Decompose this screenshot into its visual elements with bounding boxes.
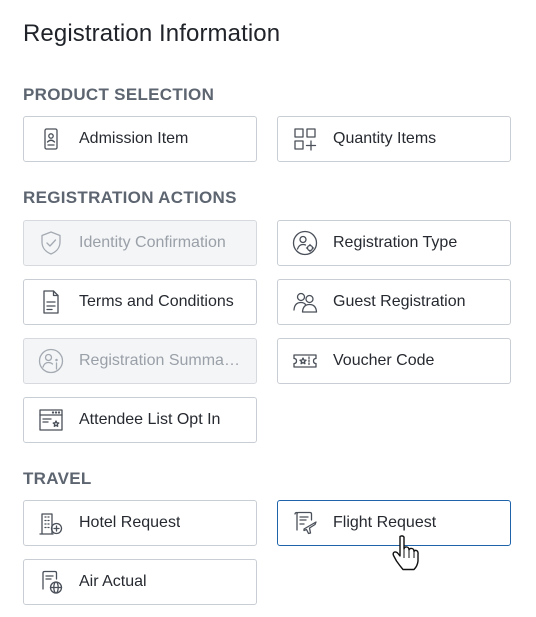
person-gear-icon (291, 229, 319, 257)
guest-registration-tile[interactable]: Guest Registration (277, 279, 511, 325)
hand-pointer-cursor-icon (392, 535, 419, 571)
two-people-icon (291, 288, 319, 316)
shield-check-icon (37, 229, 65, 257)
section-label-product-selection: PRODUCT SELECTION (23, 85, 215, 104)
grid-plus-icon (291, 125, 319, 153)
terms-and-conditions-tile[interactable]: Terms and Conditions (23, 279, 257, 325)
voucher-code-label: Voucher Code (333, 352, 435, 369)
section-label-travel: TRAVEL (23, 469, 92, 488)
hotel-request-label: Hotel Request (79, 514, 181, 531)
air-actual-tile[interactable]: Air Actual (23, 559, 257, 605)
document-globe-icon (37, 568, 65, 596)
flight-request-label: Flight Request (333, 514, 437, 531)
registration-summary-label: Registration Summa… (79, 352, 240, 369)
quantity-items-tile[interactable]: Quantity Items (277, 116, 511, 162)
identity-confirmation-tile: Identity Confirmation (23, 220, 257, 266)
person-info-icon (37, 347, 65, 375)
registration-type-label: Registration Type (333, 234, 458, 251)
section-label-registration-actions: REGISTRATION ACTIONS (23, 188, 237, 207)
voucher-code-tile[interactable]: Voucher Code (277, 338, 511, 384)
air-actual-label: Air Actual (79, 573, 147, 590)
terms-and-conditions-label: Terms and Conditions (79, 293, 234, 310)
document-icon (37, 288, 65, 316)
admission-item-tile[interactable]: Admission Item (23, 116, 257, 162)
admission-item-label: Admission Item (79, 130, 189, 147)
building-plus-icon (37, 509, 65, 537)
registration-type-tile[interactable]: Registration Type (277, 220, 511, 266)
hotel-request-tile[interactable]: Hotel Request (23, 500, 257, 546)
browser-star-icon (37, 406, 65, 434)
identity-confirmation-label: Identity Confirmation (79, 234, 226, 251)
attendee-list-opt-in-tile[interactable]: Attendee List Opt In (23, 397, 257, 443)
attendee-list-opt-in-label: Attendee List Opt In (79, 411, 221, 428)
document-plane-icon (291, 509, 319, 537)
guest-registration-label: Guest Registration (333, 293, 466, 310)
page-title: Registration Information (23, 20, 281, 47)
ticket-star-icon (291, 347, 319, 375)
registration-summary-tile: Registration Summa… (23, 338, 257, 384)
admission-badge-icon (37, 125, 65, 153)
quantity-items-label: Quantity Items (333, 130, 437, 147)
